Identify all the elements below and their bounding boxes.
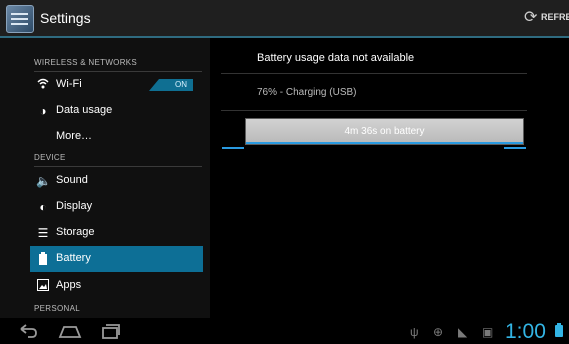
status-clock: 1:00 <box>505 320 546 343</box>
sidebar-item-label: Wi-Fi <box>56 78 82 90</box>
sidebar-item-battery[interactable]: Battery <box>30 246 203 272</box>
home-icon[interactable] <box>58 323 82 341</box>
navigation-bar: ψ ⊕ ◣ ▣ 1:00 <box>0 320 569 344</box>
sidebar-item-more[interactable]: More… <box>30 124 203 150</box>
chart-left-edge <box>222 117 244 149</box>
section-personal: PERSONAL <box>34 304 80 313</box>
divider <box>221 110 527 111</box>
apps-icon <box>36 279 50 293</box>
sound-icon: 🔈 <box>36 174 51 188</box>
storage-icon: ☰ <box>37 226 49 240</box>
battery-usage-chart[interactable]: 4m 36s on battery <box>222 117 526 149</box>
battery-graph-bar: 4m 36s on battery <box>245 118 524 145</box>
sidebar-item-sound[interactable]: 🔈 Sound <box>30 168 203 194</box>
back-icon[interactable] <box>18 323 38 341</box>
sidebar-item-label: More… <box>56 130 93 142</box>
wifi-toggle[interactable]: ON <box>149 79 193 91</box>
battery-status: 76% - Charging (USB) <box>257 87 357 98</box>
section-wireless-networks: WIRELESS & NETWORKS <box>34 58 202 72</box>
data-usage-icon: ◑ <box>39 104 47 118</box>
sidebar-item-label: Storage <box>56 226 95 238</box>
refresh-button[interactable]: REFRESH <box>541 12 569 22</box>
sidebar-item-display[interactable]: ◐ Display <box>30 194 203 220</box>
divider <box>221 73 527 74</box>
battery-time-label: 4m 36s on battery <box>344 126 425 137</box>
sidebar-item-label: Battery <box>56 252 91 264</box>
section-device: DEVICE <box>34 153 202 167</box>
sidebar-item-data-usage[interactable]: ◑ Data usage <box>30 98 203 124</box>
action-bar: Settings ⟳ REFRESH <box>0 0 569 38</box>
status-battery-icon <box>555 323 563 337</box>
sidebar-item-label: Apps <box>56 279 82 291</box>
sidebar-item-storage[interactable]: ☰ Storage <box>30 220 203 246</box>
page-title: Settings <box>40 10 91 26</box>
settings-app-icon[interactable] <box>6 5 34 33</box>
refresh-icon[interactable]: ⟳ <box>524 10 537 26</box>
signal-icon: ◣ <box>458 325 468 339</box>
sidebar-item-apps[interactable]: Apps <box>30 273 203 299</box>
debug-icon: ⊕ <box>433 325 444 339</box>
sidebar-item-label: Data usage <box>56 104 113 116</box>
wifi-icon <box>36 78 50 92</box>
sidebar-item-label: Display <box>56 200 93 212</box>
screenshot-icon: ▣ <box>482 325 494 339</box>
battery-trend-line <box>246 142 523 144</box>
usb-icon: ψ <box>410 325 419 339</box>
battery-main-title: Battery usage data not available <box>257 52 415 64</box>
battery-icon <box>36 252 50 266</box>
recent-apps-icon[interactable] <box>101 323 121 341</box>
display-icon: ◐ <box>39 200 47 214</box>
sidebar-item-label: Sound <box>56 174 88 186</box>
